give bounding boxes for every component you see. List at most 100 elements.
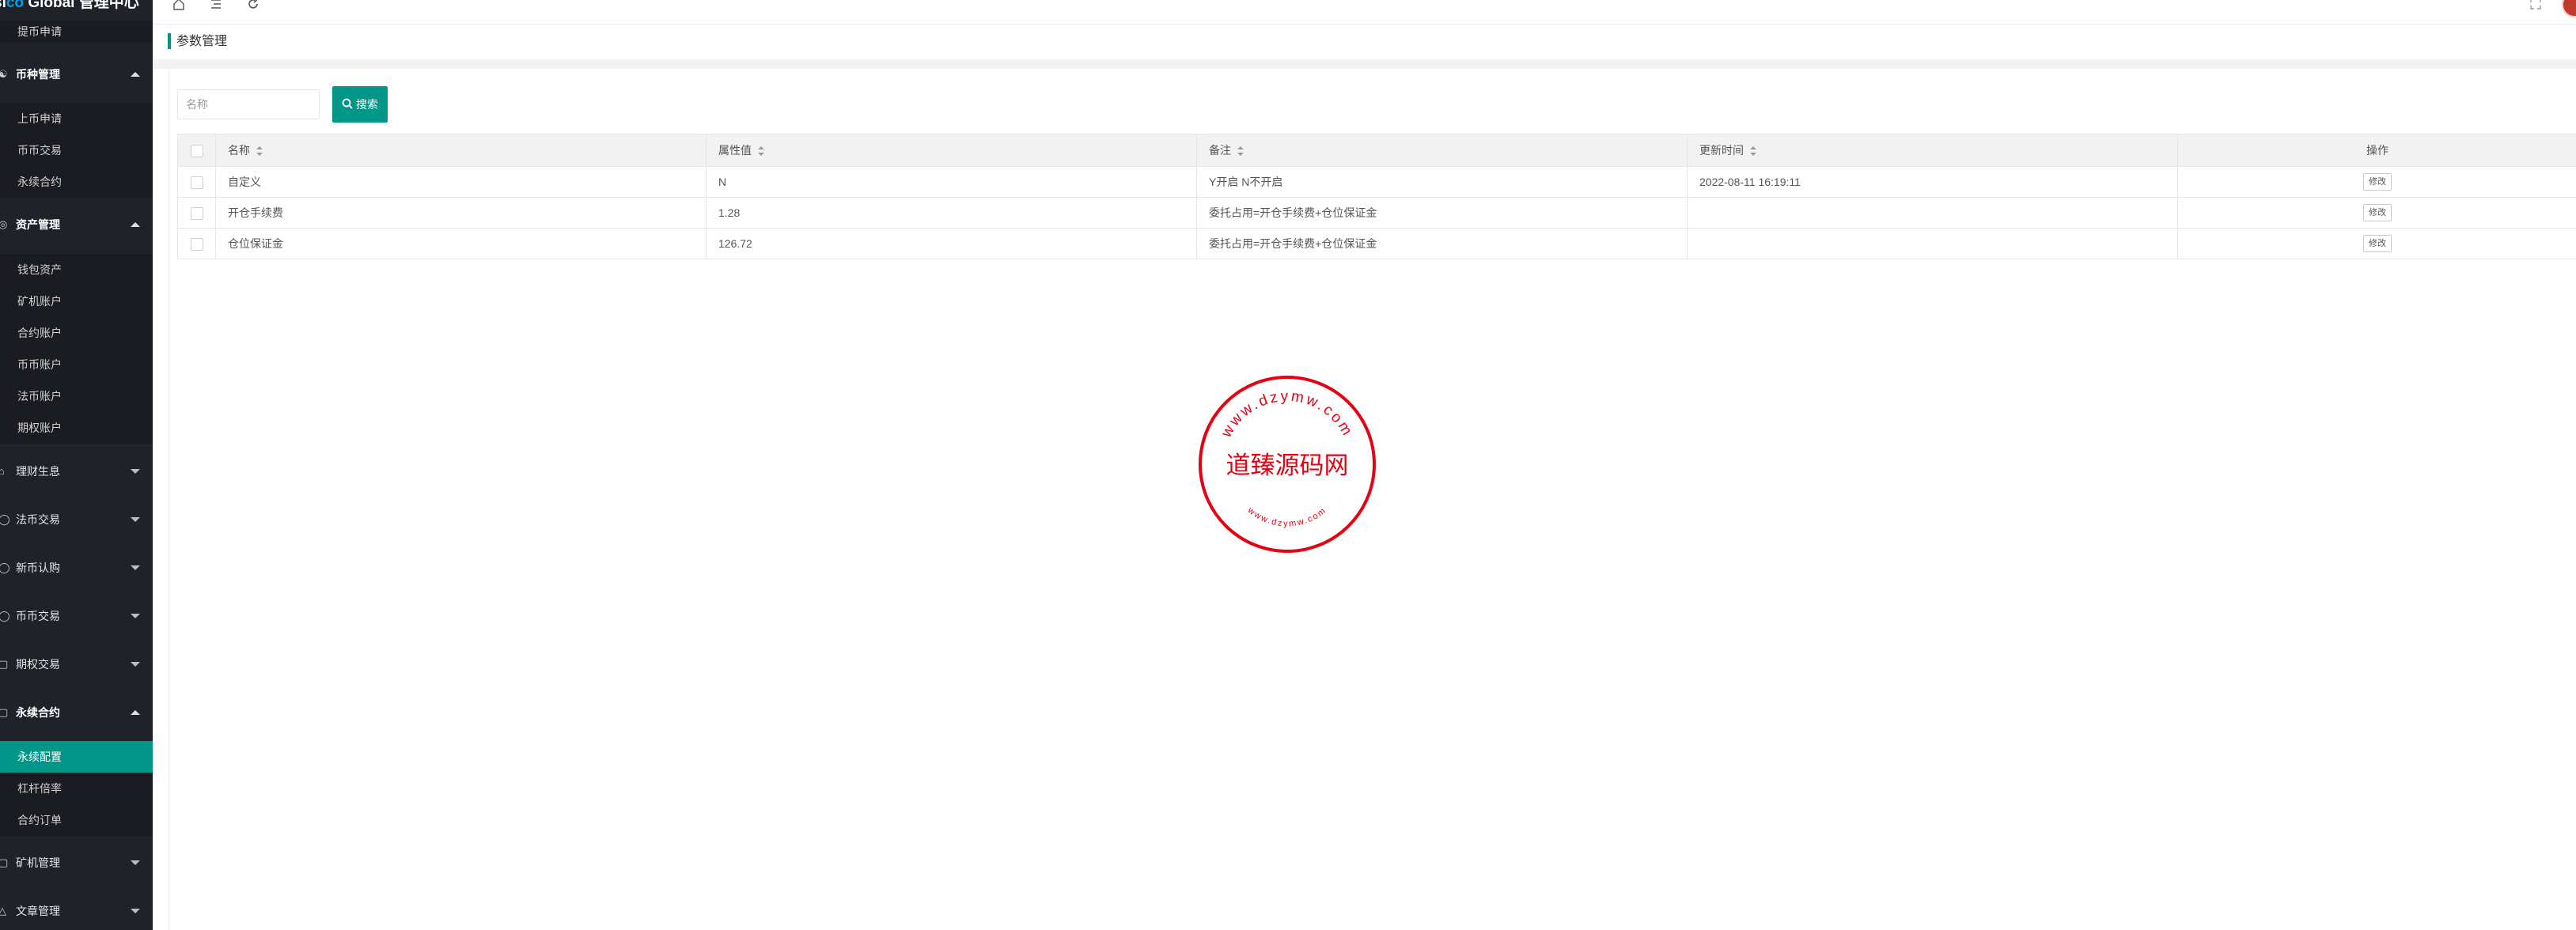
- sidebar-group-coin[interactable]: ☯ 币种管理: [0, 51, 153, 98]
- cell-action: 修改: [2177, 228, 2576, 259]
- edit-button[interactable]: 修改: [2363, 173, 2392, 191]
- row-select-cell: [177, 228, 216, 259]
- cell-remark: 委托占用=开仓手续费+仓位保证金: [1196, 228, 1688, 259]
- chevron-down-icon: [131, 565, 140, 570]
- chevron-down-icon: [131, 860, 140, 865]
- cell-remark: 委托占用=开仓手续费+仓位保证金: [1196, 197, 1688, 229]
- sidebar-group-label: 永续合约: [16, 706, 60, 719]
- column-header-remark[interactable]: 备注: [1196, 134, 1688, 167]
- menu-collapse-icon[interactable]: [207, 0, 225, 14]
- cell-value: N: [706, 166, 1197, 198]
- sidebar-group-label: 法币交易: [16, 513, 60, 526]
- watermark-stamp: www.dzymw.com www.dzymw.com 道臻源码网: [1199, 376, 1376, 553]
- cell-name: 仓位保证金: [215, 228, 707, 259]
- row-checkbox[interactable]: [190, 237, 203, 251]
- cell-remark: Y开启 N不开启: [1196, 166, 1688, 198]
- column-header-action: 操作: [2177, 134, 2576, 167]
- avatar[interactable]: [2562, 0, 2576, 17]
- select-all-checkbox[interactable]: [190, 144, 203, 157]
- coin-icon: ☯: [0, 68, 8, 80]
- sidebar-group-finance[interactable]: ⌂ 理财生息: [0, 448, 153, 495]
- params-table: 名称 属性值 备注 更新时间 操作 自定义 N Y开启 N不开启 2022-08…: [177, 134, 2576, 259]
- svg-text:www.dzymw.com: www.dzymw.com: [1218, 388, 1356, 441]
- sidebar-group-subscribe[interactable]: ◯ 新币认购: [0, 544, 153, 592]
- row-checkbox[interactable]: [190, 206, 203, 220]
- sidebar-group-label: 币币交易: [16, 610, 60, 622]
- column-header-value[interactable]: 属性值: [706, 134, 1197, 167]
- sort-icon[interactable]: [1750, 146, 1756, 157]
- edit-button[interactable]: 修改: [2363, 235, 2392, 252]
- chevron-up-icon: [131, 72, 140, 77]
- edit-button[interactable]: 修改: [2363, 204, 2392, 221]
- sidebar-group-label: 理财生息: [16, 465, 60, 478]
- sidebar-item-wallet[interactable]: 钱包资产: [0, 254, 153, 285]
- cell-action: 修改: [2177, 166, 2576, 198]
- sort-icon[interactable]: [1237, 146, 1244, 157]
- sidebar-group-label: 新币认购: [16, 561, 60, 574]
- chevron-down-icon: [131, 909, 140, 913]
- sidebar-item-spot-account[interactable]: 币币账户: [0, 349, 153, 380]
- sidebar-group-label: 期权交易: [16, 658, 60, 671]
- sidebar-item-option-account[interactable]: 期权账户: [0, 412, 153, 444]
- sidebar-item-miner-account[interactable]: 矿机账户: [0, 285, 153, 317]
- sidebar-item-perpetual[interactable]: 永续合约: [0, 166, 153, 198]
- subscribe-icon: ◯: [0, 561, 10, 573]
- sidebar-group-contract[interactable]: ▢ 永续合约: [0, 689, 153, 736]
- sidebar-item-leverage[interactable]: 杠杆倍率: [0, 773, 153, 804]
- search-button-label: 搜索: [356, 98, 378, 111]
- sidebar-group-fiat[interactable]: ◯ 法币交易: [0, 496, 153, 543]
- sidebar-group-asset[interactable]: ◎ 资产管理: [0, 201, 153, 248]
- watermark-center-text: 道臻源码网: [1226, 452, 1349, 480]
- search-button[interactable]: 搜索: [332, 86, 388, 123]
- fullscreen-icon[interactable]: [2527, 0, 2544, 14]
- cell-value: 126.72: [706, 228, 1197, 259]
- asset-icon: ◎: [0, 218, 8, 230]
- table-row: 自定义 N Y开启 N不开启 2022-08-11 16:19:11 修改: [177, 166, 2576, 198]
- cell-updated: [1687, 197, 2178, 229]
- sort-icon[interactable]: [256, 146, 263, 157]
- chevron-down-icon: [131, 517, 140, 522]
- row-checkbox[interactable]: [190, 176, 203, 189]
- refresh-icon[interactable]: [244, 0, 262, 14]
- svg-text:www.dzymw.com: www.dzymw.com: [1245, 505, 1328, 529]
- fiat-icon: ◯: [0, 513, 10, 525]
- row-select-cell: [177, 166, 216, 198]
- search-icon: [342, 98, 353, 112]
- sidebar-group-miner[interactable]: ▢ 矿机管理: [0, 839, 153, 887]
- sidebar-group-option[interactable]: ▢ 期权交易: [0, 641, 153, 688]
- search-input[interactable]: [177, 89, 320, 119]
- sidebar-item-spot[interactable]: 币币交易: [0, 134, 153, 166]
- sidebar-item-fiat-account[interactable]: 法币账户: [0, 380, 153, 412]
- sidebar: sico Global 管理中心 提币申请 ☯ 币种管理 上币申请 币币交易 永…: [0, 0, 153, 930]
- breadcrumb-marker: [168, 33, 171, 49]
- sidebar-group-label: 资产管理: [16, 218, 60, 231]
- sidebar-item-perpetual-config[interactable]: 永续配置: [0, 741, 153, 773]
- sort-icon[interactable]: [758, 146, 764, 157]
- column-header-name[interactable]: 名称: [215, 134, 707, 167]
- sidebar-item-contract-account[interactable]: 合约账户: [0, 317, 153, 349]
- finance-icon: ⌂: [0, 465, 5, 477]
- chevron-down-icon: [131, 469, 140, 474]
- table-header-row: 名称 属性值 备注 更新时间 操作: [177, 134, 2576, 167]
- sidebar-item-contract-orders[interactable]: 合约订单: [0, 804, 153, 836]
- contract-icon: ▢: [0, 706, 9, 718]
- sidebar-item-withdraw-apply[interactable]: 提币申请: [0, 21, 153, 43]
- home-icon[interactable]: [170, 0, 188, 14]
- cell-action: 修改: [2177, 197, 2576, 229]
- sidebar-group-exchange[interactable]: ◯ 币币交易: [0, 592, 153, 640]
- top-bar: [153, 0, 2576, 25]
- sidebar-item-listing-apply[interactable]: 上币申请: [0, 103, 153, 134]
- exchange-icon: ◯: [0, 610, 10, 622]
- column-header-updated[interactable]: 更新时间: [1687, 134, 2178, 167]
- table-row: 开仓手续费 1.28 委托占用=开仓手续费+仓位保证金 修改: [177, 197, 2576, 229]
- select-all-cell: [177, 134, 216, 167]
- cell-name: 开仓手续费: [215, 197, 707, 229]
- row-select-cell: [177, 197, 216, 229]
- content-gap: [153, 59, 2576, 69]
- watermark-ring-bottom: www.dzymw.com: [1245, 505, 1327, 529]
- cell-updated: [1687, 228, 2178, 259]
- sidebar-group-article[interactable]: △ 文章管理: [0, 887, 153, 930]
- article-icon: △: [0, 905, 6, 917]
- sidebar-group-label: 币种管理: [16, 68, 60, 81]
- table-row: 仓位保证金 126.72 委托占用=开仓手续费+仓位保证金 修改: [177, 228, 2576, 259]
